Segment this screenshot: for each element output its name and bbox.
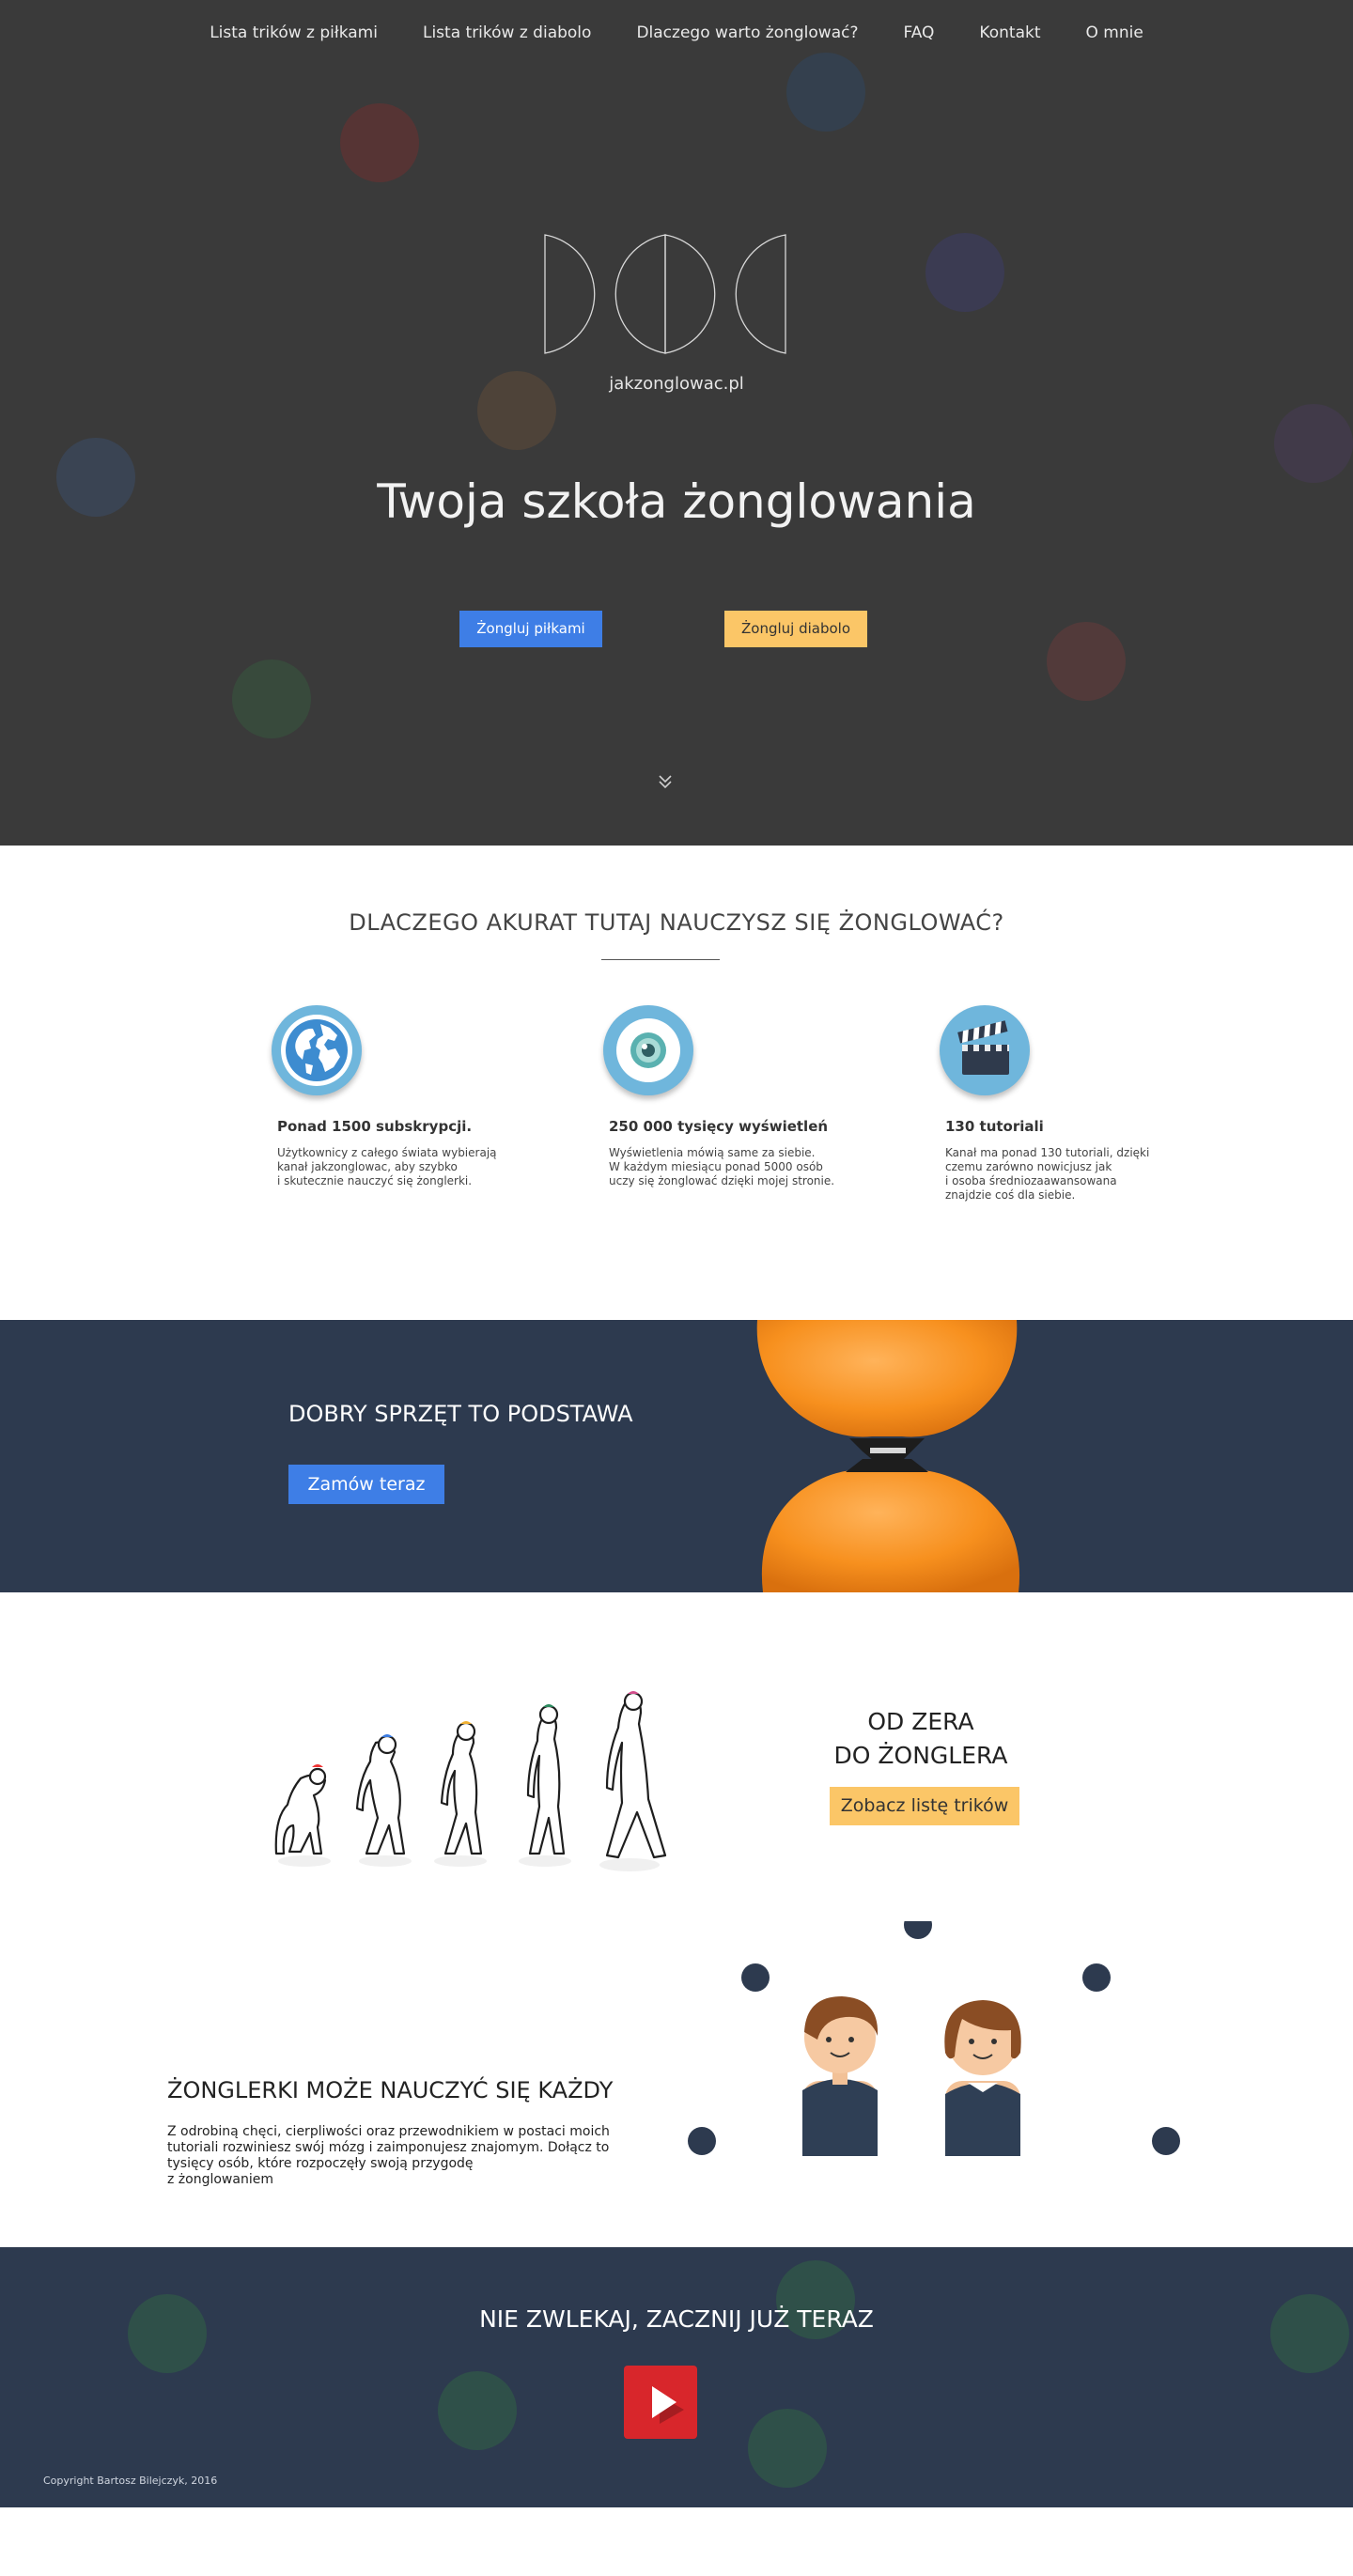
zero-to-juggler-section: OD ZERA DO ŻONGLERA Zobacz listę trików (0, 1592, 1353, 1921)
nav-item-ball-tricks[interactable]: Lista trików z piłkami (210, 23, 378, 42)
zero-title: OD ZERA DO ŻONGLERA (827, 1705, 1015, 1773)
footer-section: NIE ZWLEKAJ, ZACZNIJ JUŻ TERAZ Copyright… (0, 2247, 1353, 2507)
globe-icon (272, 1005, 362, 1095)
decorative-bubble (438, 2371, 517, 2450)
feature-subscriptions: Ponad 1500 subskrypcji. Użytkownicy z ca… (272, 1005, 521, 1188)
copyright-text: Copyright Bartosz Bilejczyk, 2016 (43, 2475, 218, 2487)
everyone-text: Z odrobiną chęci, cierpliwości oraz prze… (167, 2124, 610, 2187)
decorative-bubble (1274, 404, 1353, 483)
nav-item-faq[interactable]: FAQ (903, 23, 934, 42)
nav-item-about[interactable]: O mnie (1086, 23, 1143, 42)
double-chevron-down-icon[interactable] (658, 770, 673, 793)
decorative-bubble (232, 660, 311, 738)
juggling-ball (904, 1921, 932, 1939)
gear-section: DOBRY SPRZĘT TO PODSTAWA Zamów teraz (0, 1320, 1353, 1592)
nav-item-contact[interactable]: Kontakt (979, 23, 1040, 42)
feature-title: 130 tutoriali (945, 1118, 1044, 1135)
why-section: DLACZEGO AKURAT TUTAJ NAUCZYSZ SIĘ ŻONGL… (0, 846, 1353, 1320)
feature-text: Użytkownicy z całego świata wybierają ka… (277, 1146, 497, 1187)
decorative-bubble (1047, 622, 1126, 701)
gear-title: DOBRY SPRZĘT TO PODSTAWA (288, 1401, 633, 1427)
juggle-diabolo-button[interactable]: Żongluj diabolo (724, 611, 867, 647)
hero-section: Lista trików z piłkami Lista trików z di… (0, 0, 1353, 846)
clapperboard-icon (940, 1005, 1030, 1095)
decorative-bubble (748, 2409, 827, 2488)
hero-title: Twoja szkoła żonglowania (377, 474, 976, 529)
nav-item-diabolo-tricks[interactable]: Lista trików z diabolo (423, 23, 591, 42)
footer-title: NIE ZWLEKAJ, ZACZNIJ JUŻ TERAZ (479, 2305, 874, 2333)
feature-text: Kanał ma ponad 130 tutoriali, dzięki cze… (945, 1146, 1150, 1202)
title-divider (601, 959, 720, 960)
feature-title: 250 000 tysięcy wyświetleń (609, 1118, 829, 1135)
feature-tutorials: 130 tutoriali Kanał ma ponad 130 tutoria… (940, 1005, 1190, 1203)
juggling-ball (1152, 2127, 1180, 2155)
see-tricks-list-button[interactable]: Zobacz listę trików (830, 1787, 1019, 1825)
juggling-ball (688, 2127, 716, 2155)
main-nav: Lista trików z piłkami Lista trików z di… (0, 0, 1353, 66)
juggling-ball (741, 1963, 770, 1992)
feature-text: Wyświetlenia mówią same za siebie. W każ… (609, 1146, 835, 1187)
everyone-title: ŻONGLERKI MOŻE NAUCZYĆ SIĘ KAŻDY (167, 2077, 614, 2103)
zero-title-line2: DO ŻONGLERA (833, 1742, 1008, 1769)
zero-title-line1: OD ZERA (867, 1708, 974, 1735)
order-now-button[interactable]: Zamów teraz (288, 1465, 444, 1504)
evolution-illustration (274, 1691, 667, 1871)
juggle-balls-button[interactable]: Żongluj piłkami (459, 611, 602, 647)
kids-illustration (802, 1996, 1021, 2156)
diabolo-image (756, 1320, 1020, 1592)
decorative-bubble (925, 233, 1004, 312)
logo-text: jakzonglowac.pl (609, 374, 744, 394)
why-title: DLACZEGO AKURAT TUTAJ NAUCZYSZ SIĘ ŻONGL… (349, 909, 1004, 936)
feature-views: 250 000 tysięcy wyświetleń Wyświetlenia … (603, 1005, 853, 1188)
juggling-ball (1082, 1963, 1111, 1992)
eye-icon (603, 1005, 693, 1095)
site-logo (544, 234, 786, 354)
decorative-bubble (340, 103, 419, 182)
nav-item-why-juggle[interactable]: Dlaczego warto żonglować? (636, 23, 858, 42)
youtube-play-icon[interactable] (624, 2366, 697, 2439)
feature-title: Ponad 1500 subskrypcji. (277, 1118, 473, 1135)
